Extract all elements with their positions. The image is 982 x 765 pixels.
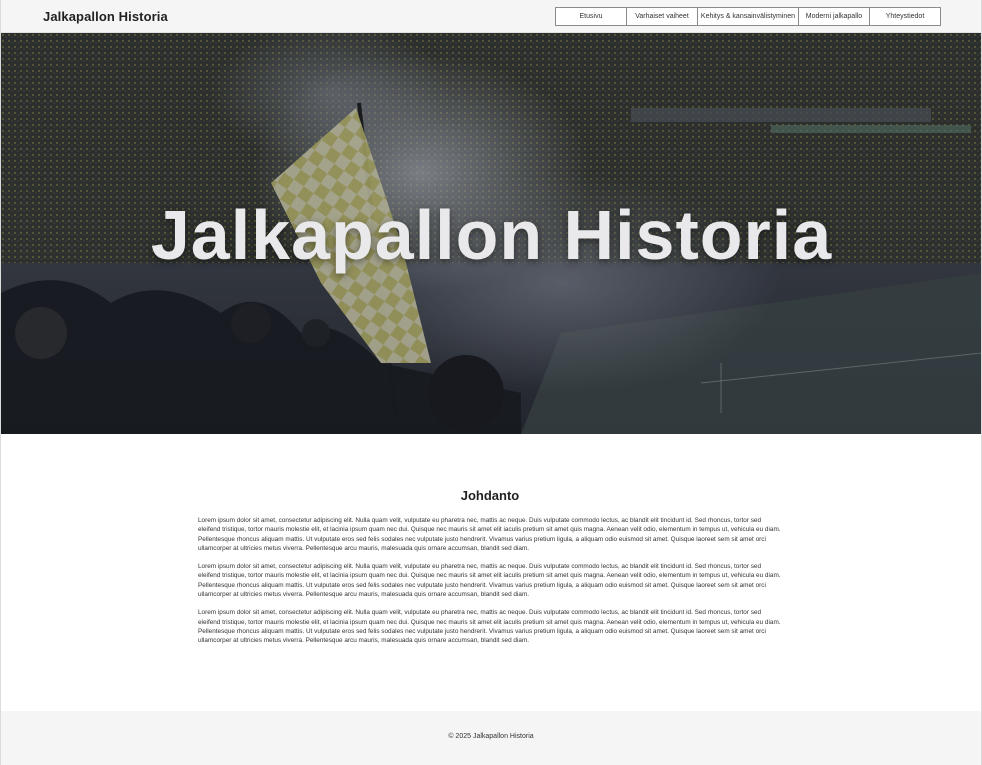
site-header: Jalkapallon Historia Etusivu Varhaiset v… xyxy=(0,0,982,33)
hero-title: Jalkapallon Historia xyxy=(150,196,833,274)
nav-item-yhteystiedot[interactable]: Yhteystiedot xyxy=(869,7,941,26)
site-logo[interactable]: Jalkapallon Historia xyxy=(43,9,168,24)
intro-paragraph-1: Lorem ipsum dolor sit amet, consectetur … xyxy=(198,517,781,552)
nav-item-etusivu[interactable]: Etusivu xyxy=(555,7,627,26)
intro-paragraph-3: Lorem ipsum dolor sit amet, consectetur … xyxy=(198,609,781,645)
intro-paragraph-2: Lorem ipsum dolor sit amet, consectetur … xyxy=(198,563,781,599)
main-nav: Etusivu Varhaiset vaiheet Kehitys & kans… xyxy=(555,7,941,26)
nav-item-kehitys[interactable]: Kehitys & kansainvälistyminen xyxy=(697,7,799,26)
nav-item-varhaiset-vaiheet[interactable]: Varhaiset vaiheet xyxy=(626,7,698,26)
intro-section: Johdanto Lorem ipsum dolor sit amet, con… xyxy=(198,486,782,646)
nav-item-moderni-jalkapallo[interactable]: Moderni jalkapallo xyxy=(798,7,870,26)
copyright-text: © 2025 Jalkapallon Historia xyxy=(448,733,534,740)
site-footer: © 2025 Jalkapallon Historia xyxy=(0,711,982,765)
section-heading: Johdanto xyxy=(460,488,520,503)
hero-banner: Jalkapallon Historia xyxy=(1,33,982,434)
